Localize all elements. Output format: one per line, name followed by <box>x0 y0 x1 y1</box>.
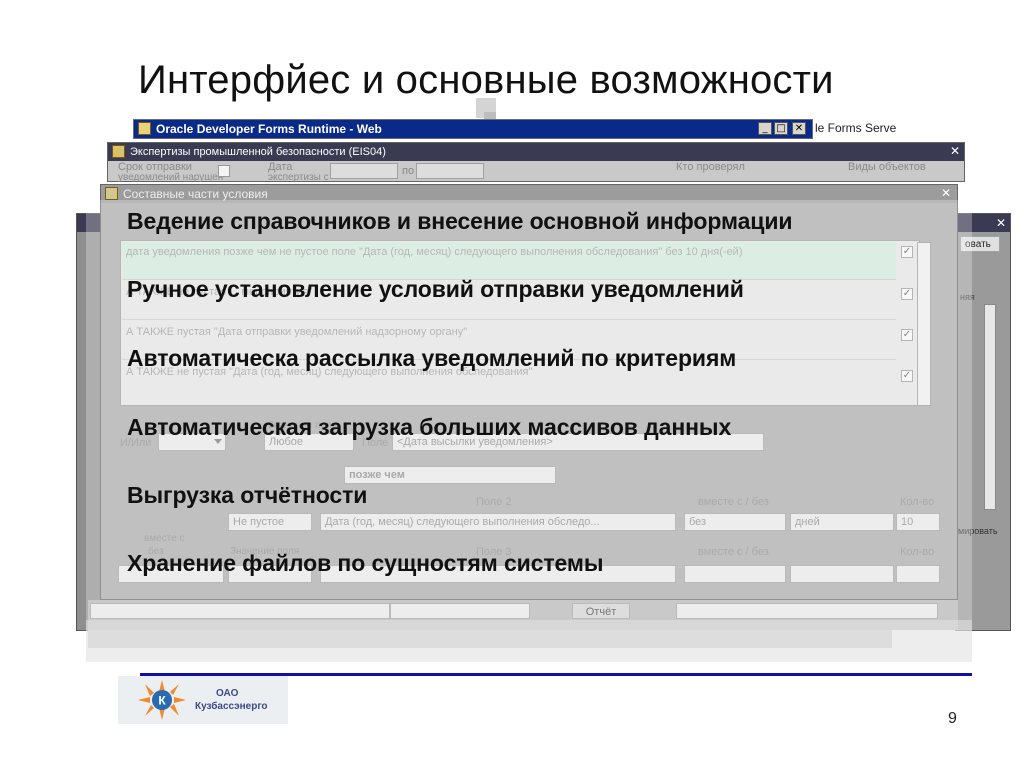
label-checked-by: Кто проверял <box>676 161 745 173</box>
label-po: по <box>402 165 415 177</box>
logo-line2: Кузбассэнерго <box>195 701 268 712</box>
slide-title: Интерфйес и основные возможности <box>138 58 834 102</box>
form-window-titlebar: Экспертизы промышленной безопасности (EI… <box>108 143 964 161</box>
form-window: Экспертизы промышленной безопасности (EI… <box>107 142 965 183</box>
form-window-title: Экспертизы промышленной безопасности (EI… <box>130 146 386 158</box>
date-from-input[interactable] <box>330 163 398 179</box>
close-button[interactable]: ✕ <box>792 122 806 135</box>
label-obj-types: Виды объектов <box>848 161 926 173</box>
java-cup-icon <box>138 122 151 135</box>
sun-logo-icon: К <box>138 680 186 720</box>
feature-item: Ведение справочников и внесение основной… <box>127 208 793 234</box>
logo-line1: ОАО <box>216 688 239 699</box>
feature-item: Ручное установление условий отправки уве… <box>127 276 744 302</box>
form-window-close-button[interactable]: ✕ <box>950 144 960 158</box>
right-close-icon[interactable]: ✕ <box>996 216 1006 230</box>
date-to-input[interactable] <box>416 163 484 179</box>
minimize-button[interactable]: _ <box>758 122 772 135</box>
conditions-close-button[interactable]: ✕ <box>941 186 951 200</box>
maximize-button[interactable]: □ <box>774 122 788 135</box>
right-scrollbar[interactable] <box>984 304 996 510</box>
feature-item: Хранение файлов по сущностям системы <box>127 550 604 576</box>
conditions-window-title: Составные части условия <box>123 187 268 201</box>
app-window: Oracle Developer Forms Runtime - Web _ □… <box>133 119 813 139</box>
label-notif: уведомлений нарушен <box>118 172 224 183</box>
app-window-title: Oracle Developer Forms Runtime - Web <box>156 122 382 136</box>
feature-item: Автоматическа рассылка уведомлений по кр… <box>127 345 737 371</box>
overlay-panel-bottom <box>86 620 972 662</box>
feature-item: Автоматическая загрузка больших массивов… <box>127 414 732 440</box>
form-icon <box>105 187 118 200</box>
company-logo: К ОАО Кузбассэнерго <box>118 676 288 724</box>
form-icon <box>112 145 125 158</box>
app-window-titlebar: Oracle Developer Forms Runtime - Web <box>134 120 812 138</box>
page-number: 9 <box>948 710 957 727</box>
feature-item: Выгрузка отчётности <box>127 482 368 508</box>
side-window-title: le Forms Serve <box>815 121 897 135</box>
label-exp: экспертизы с <box>268 172 329 183</box>
overdue-checkbox[interactable] <box>218 165 230 177</box>
logo-letter: К <box>158 694 166 708</box>
